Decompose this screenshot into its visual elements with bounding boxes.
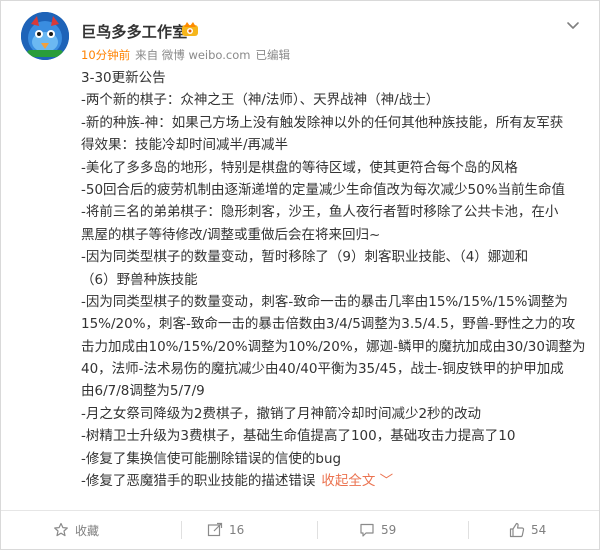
post-meta: 10分钟前 来自 微博 weibo.com 已编辑	[81, 47, 290, 63]
post-line: -月之女祭司降级为2费棋子，撤销了月神箭冷却时间减少2秒的改动	[81, 405, 482, 422]
action-separator	[317, 521, 318, 539]
post-line: 40，法师-法术易伤的魔抗减少由40/40平衡为35/45，战士-铜皮铁甲的护甲…	[81, 361, 564, 378]
post-source[interactable]: 来自 微博 weibo.com	[135, 48, 250, 62]
post-line: 15%/20%，刺客-致命一击的暴击倍数由3/4/5调整为3.5/4.5，野兽-…	[81, 316, 576, 333]
avatar[interactable]	[21, 12, 69, 60]
comment-button[interactable]: 59	[359, 520, 396, 540]
post-time[interactable]: 10分钟前	[81, 48, 130, 62]
post-last-line: -修复了恶魔猎手的职业技能的描述错误 收起全文 ﹀	[81, 470, 581, 492]
weibo-post-card: 巨鸟多多工作室 10分钟前 来自 微博 weibo.com 已编辑 3-30更新公告…	[0, 0, 600, 550]
post-line: -新的种族-神：如果己方场上没有触发除神以外的任何其他种族技能，所有友军获	[81, 114, 564, 131]
comment-count: 59	[381, 523, 397, 537]
edited-label[interactable]: 已编辑	[255, 48, 290, 62]
chevron-down-icon[interactable]	[564, 16, 582, 34]
post-line: 黑屋的棋子等待修改/调整或重做后会在将来回归~	[81, 226, 381, 243]
forward-icon	[207, 522, 223, 537]
post-line: （6）野兽种族技能	[81, 271, 198, 288]
post-line: -树精卫士升级为3费棋子，基础生命值提高了100，基础攻击力提高了10	[81, 428, 516, 445]
post-content: 3-30更新公告 -两个新的棋子：众神之王（神/法师）、天界战神（神/战士） -…	[81, 67, 586, 492]
forward-button[interactable]: 16	[207, 520, 244, 540]
post-line: -将前三名的弟弟棋子：隐形刺客，沙王，鱼人夜行者暂时移除了公共卡池，在小	[81, 204, 559, 221]
post-line: 击力加成由10%/15%/20%调整为10%/20%，娜迦-鳞甲的魔抗加成由30…	[81, 338, 586, 355]
vip-badge-icon[interactable]	[181, 21, 199, 37]
like-button[interactable]: 54	[509, 520, 546, 540]
divider	[1, 510, 599, 511]
action-separator	[468, 521, 469, 539]
post-line: 3-30更新公告	[81, 70, 166, 86]
comment-icon	[360, 523, 374, 537]
post-line: 得效果：技能冷却时间减半/再减半	[81, 137, 289, 154]
post-line: -因为同类型棋子的数量变动，暂时移除了（9）刺客职业技能、（4）娜迦和	[81, 249, 529, 266]
collapse-link[interactable]: 收起全文 ﹀	[321, 473, 393, 489]
favorite-button[interactable]: 收藏	[53, 520, 99, 540]
thumb-up-icon	[509, 522, 525, 538]
like-count: 54	[531, 523, 547, 537]
post-line: -因为同类型棋子的数量变动，刺客-致命一击的暴击几率由15%/15%/15%调整…	[81, 293, 568, 310]
collapse-label: 收起全文	[321, 473, 376, 490]
post-line: -美化了多多岛的地形，特别是棋盘的等待区域，使其更符合每个岛的风格	[81, 159, 518, 176]
avatar-image	[21, 12, 69, 60]
chevron-up-icon: ﹀	[379, 473, 394, 490]
post-line: -50回合后的疲劳机制由逐渐递增的定量减少生命值改为每次减少50%当前生命值	[81, 181, 566, 198]
star-icon	[54, 522, 68, 537]
post-line: -修复了恶魔猎手的职业技能的描述错误	[81, 473, 316, 490]
action-separator	[181, 521, 182, 539]
author-name[interactable]: 巨鸟多多工作室	[81, 21, 187, 42]
forward-count: 16	[229, 523, 245, 537]
favorite-label: 收藏	[75, 523, 100, 538]
post-line: -修复了集换信使可能删除错误的信使的bug	[81, 450, 342, 467]
post-line: 由6/7/8调整为5/7/9	[81, 383, 205, 400]
post-line: -两个新的棋子：众神之王（神/法师）、天界战神（神/战士）	[81, 92, 440, 109]
